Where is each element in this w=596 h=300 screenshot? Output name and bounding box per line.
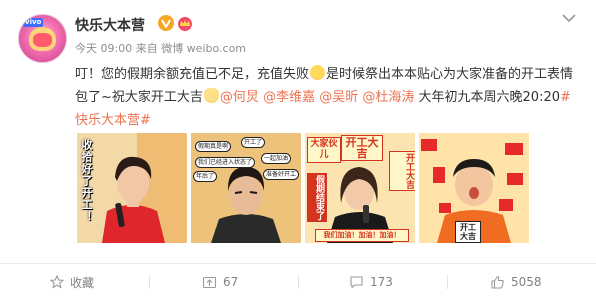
author-avatar[interactable]: vivo — [18, 14, 67, 63]
action-separator — [447, 275, 448, 289]
image-2-bubble-5: 年后了 — [193, 171, 218, 182]
author-name[interactable]: 快乐大本营 — [75, 15, 145, 35]
mention-link[interactable]: @何炅 — [220, 90, 259, 105]
action-bar: 收藏 67 173 5058 — [0, 264, 596, 300]
image-1-sticker-text: 收拾好了开工！ — [80, 139, 93, 223]
weibo-post-card: vivo 快乐大本营 今天 09:00 来自 微博 weibo.com 叮！您的… — [0, 0, 596, 300]
repost-icon — [202, 276, 217, 289]
favorite-label: 收藏 — [70, 275, 95, 290]
image-2-bubble-4: 一起加油 — [261, 153, 292, 164]
image-2-bubble-3: 我们已经进入状态了 — [195, 157, 256, 168]
star-icon — [50, 275, 64, 289]
image-3-sign-mid: 开工大吉 — [341, 135, 383, 161]
post-image-4[interactable]: 开工大吉 — [419, 133, 529, 243]
verified-badge-icon — [158, 15, 174, 31]
comment-button[interactable]: 173 — [349, 264, 393, 300]
post-text-segment: 叮！您的假期余额充值已不足，充值失败 — [75, 67, 310, 82]
mention-link[interactable]: @吴昕 — [319, 90, 358, 105]
post-image-2[interactable]: 假期真是啊 开工了 我们已经进入状态了 一起加油 年后了 准备好开工 — [191, 133, 301, 243]
post-image-3[interactable]: 大家伙儿 开工大吉 开工大吉 假期结束了 我们加油！加油！加油！ — [305, 133, 415, 243]
image-2-bubble-1: 假期真是啊 — [195, 141, 232, 152]
image-4-sign: 开工大吉 — [455, 221, 481, 243]
like-count: 5058 — [511, 275, 542, 289]
image-2-bubble-6: 准备好开工 — [263, 169, 300, 180]
repost-count: 67 — [223, 275, 239, 289]
vip-crown-icon — [178, 17, 192, 31]
like-button[interactable]: 5058 — [490, 264, 542, 300]
thumbs-up-icon — [491, 275, 504, 289]
action-separator — [149, 275, 150, 289]
avatar-logo-inner — [33, 33, 52, 47]
chevron-down-icon[interactable] — [561, 13, 577, 23]
pray-emoji-icon — [203, 88, 219, 103]
post-image-1[interactable]: 收拾好了开工！ — [77, 133, 187, 243]
cry-emoji-icon — [310, 65, 326, 80]
image-3-caption: 假期结束了 — [307, 173, 327, 222]
comment-icon — [350, 276, 363, 289]
post-meta: 今天 09:00 来自 微博 weibo.com — [75, 42, 247, 55]
repost-button[interactable]: 67 — [202, 264, 238, 300]
comment-count: 173 — [370, 275, 393, 289]
favorite-button[interactable]: 收藏 — [50, 264, 94, 300]
image-3-sign-right: 开工大吉 — [389, 151, 415, 191]
image-3-sign-left: 大家伙儿 — [307, 137, 341, 163]
action-separator — [298, 275, 299, 289]
mention-link[interactable]: @李维嘉 — [263, 90, 315, 105]
post-text: 叮！您的假期余额充值已不足，充值失败 是时候祭出本本贴心为大家准备的开工表情包了~… — [75, 63, 580, 132]
mention-link[interactable]: @杜海涛 — [362, 90, 414, 105]
image-2-bubble-2: 开工了 — [241, 137, 266, 148]
vivo-logo: vivo — [23, 18, 44, 27]
image-3-bottom-text: 我们加油！加油！加油！ — [315, 229, 409, 242]
post-text-segment: 大年初九本周六晚20:20 — [414, 90, 560, 105]
